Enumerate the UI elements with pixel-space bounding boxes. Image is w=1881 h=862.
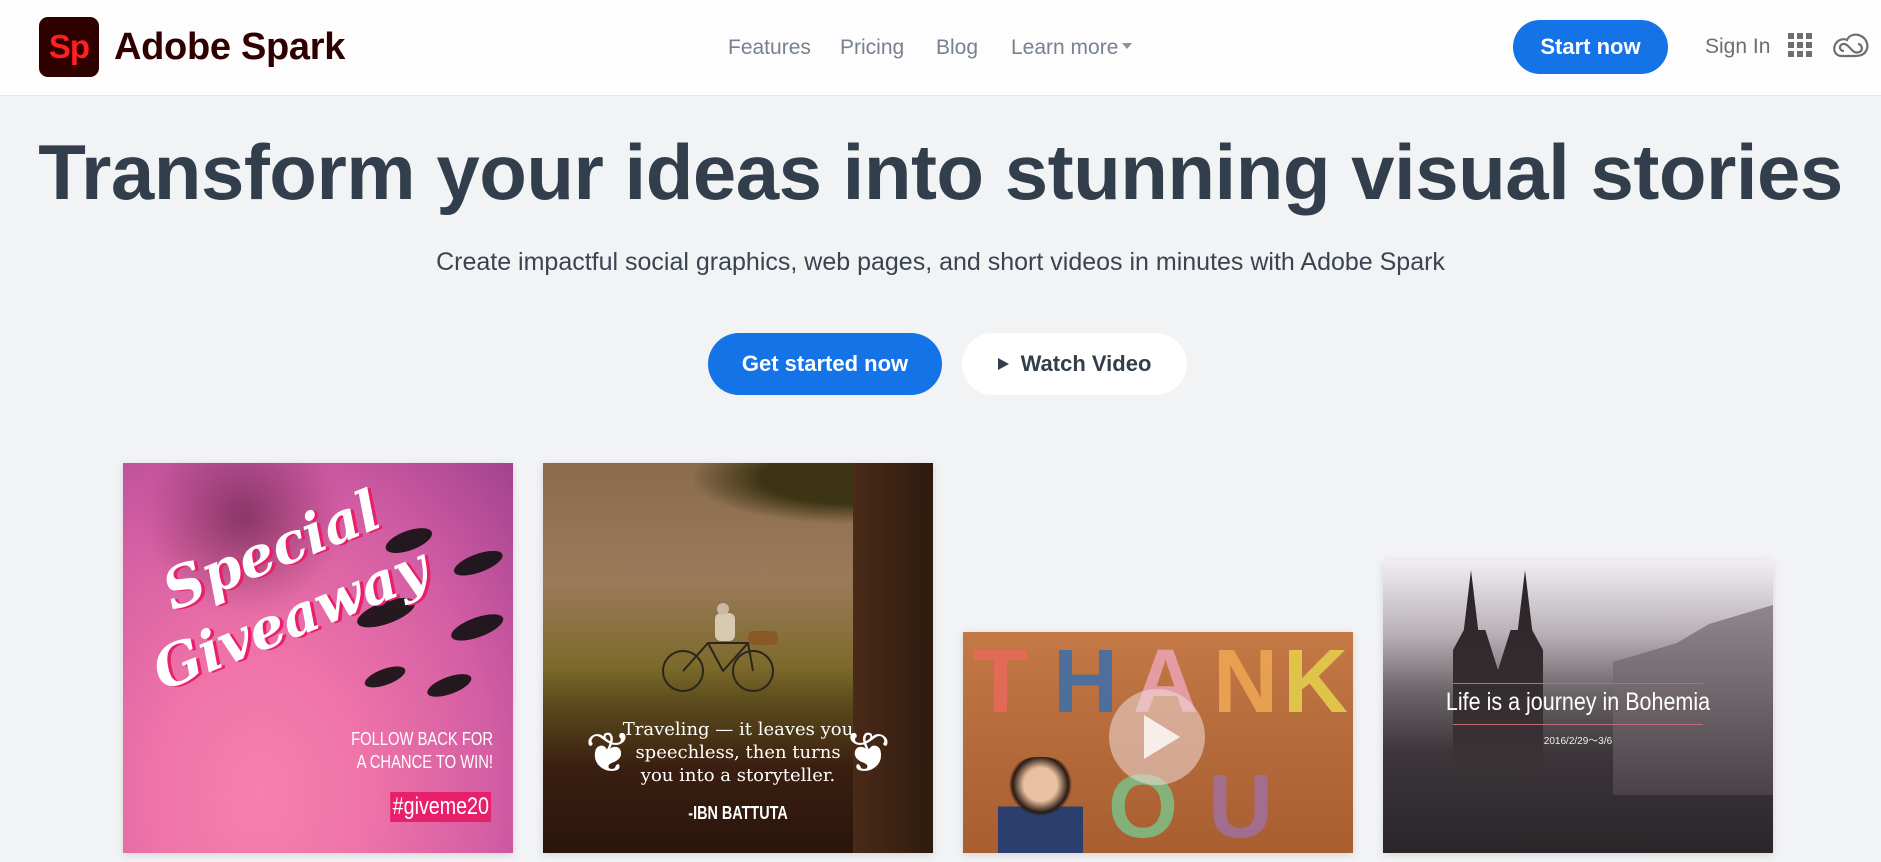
letter-t: T — [973, 632, 1028, 732]
play-icon — [1144, 715, 1180, 759]
quote-line-3: you into a storyteller. — [640, 765, 836, 786]
gallery-card-video[interactable]: T H A N K O U — [963, 632, 1353, 853]
giveaway-hashtag: #giveme20 — [389, 792, 491, 822]
play-icon — [997, 358, 1009, 370]
hero-subtitle: Create impactful social graphics, web pa… — [436, 248, 1445, 276]
quote-text: Traveling — it leaves you speechless, th… — [543, 718, 933, 787]
nav-features[interactable]: Features — [728, 33, 811, 63]
get-started-button[interactable]: Get started now — [708, 333, 942, 395]
cyclist-image — [662, 603, 778, 692]
webpage-title: Life is a journey in Bohemia — [1445, 688, 1711, 716]
sign-in-link[interactable]: Sign In — [1705, 32, 1770, 62]
hero-title: Transform your ideas into stunning visua… — [38, 128, 1843, 216]
quote-author: -IBN BATTUTA — [688, 803, 788, 823]
quote-line-1: Traveling — it leaves you — [622, 719, 854, 740]
gallery-card-quote[interactable]: ❦ ❦ Traveling — it leaves you speechless… — [543, 463, 933, 853]
brand-name[interactable]: Adobe Spark — [114, 24, 345, 70]
chevron-down-icon — [1122, 43, 1133, 50]
video-play-button[interactable] — [1109, 689, 1205, 785]
nav-learn-more[interactable]: Learn more — [1011, 33, 1133, 63]
title-rule-bottom — [1453, 724, 1703, 725]
start-now-button[interactable]: Start now — [1513, 20, 1668, 74]
adobe-spark-logo-icon[interactable]: Sp — [39, 17, 99, 77]
apps-grid-icon[interactable] — [1788, 33, 1812, 57]
tree-trunk-image — [853, 463, 933, 853]
letter-n: N — [1213, 632, 1278, 732]
tagline-line-2: A CHANCE TO WIN! — [356, 752, 493, 772]
watch-video-label: Watch Video — [1020, 351, 1152, 376]
quote-line-2: speechless, then turns — [635, 742, 841, 763]
creative-cloud-icon[interactable] — [1832, 30, 1870, 60]
girl-photo — [998, 757, 1083, 853]
webpage-date: 2016/2/29〜3/6 — [1543, 736, 1613, 747]
nav-blog[interactable]: Blog — [936, 33, 978, 63]
giveaway-tagline: FOLLOW BACK FOR A CHANCE TO WIN! — [351, 728, 493, 774]
nav-learn-more-label: Learn more — [1011, 36, 1119, 59]
gallery-card-webpage[interactable]: Life is a journey in Bohemia 2016/2/29〜3… — [1383, 560, 1773, 853]
title-rule-top — [1453, 683, 1703, 684]
letter-k: K — [1283, 632, 1348, 732]
letter-u: U — [1208, 757, 1273, 853]
nav-pricing[interactable]: Pricing — [840, 33, 904, 63]
gallery-card-giveaway[interactable]: Special Giveaway FOLLOW BACK FOR A CHANC… — [123, 463, 513, 853]
tagline-line-1: FOLLOW BACK FOR — [351, 729, 493, 749]
letter-h: H — [1053, 632, 1118, 732]
watch-video-button[interactable]: Watch Video — [962, 333, 1187, 395]
site-header: Sp Adobe Spark Features Pricing Blog Lea… — [0, 0, 1881, 96]
